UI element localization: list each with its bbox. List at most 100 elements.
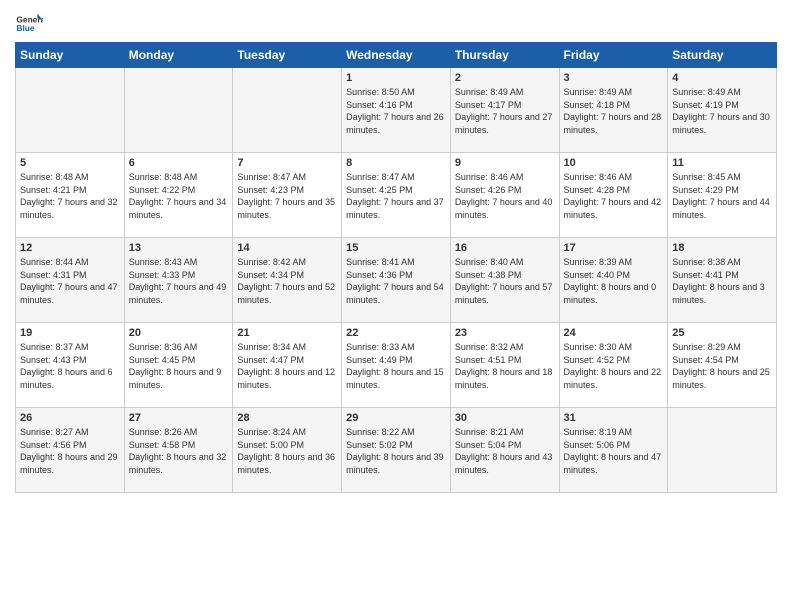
calendar-cell: 22 Sunrise: 8:33 AMSunset: 4:49 PMDaylig… — [342, 323, 451, 408]
logo: General Blue — [15, 10, 43, 38]
calendar-cell: 31 Sunrise: 8:19 AMSunset: 5:06 PMDaylig… — [559, 408, 668, 493]
day-info: Sunrise: 8:41 AMSunset: 4:36 PMDaylight:… — [346, 256, 446, 306]
calendar-cell: 19 Sunrise: 8:37 AMSunset: 4:43 PMDaylig… — [16, 323, 125, 408]
calendar-cell: 24 Sunrise: 8:30 AMSunset: 4:52 PMDaylig… — [559, 323, 668, 408]
day-info: Sunrise: 8:33 AMSunset: 4:49 PMDaylight:… — [346, 341, 446, 391]
calendar-cell: 5 Sunrise: 8:48 AMSunset: 4:21 PMDayligh… — [16, 153, 125, 238]
day-number: 22 — [346, 327, 446, 339]
calendar-cell: 1 Sunrise: 8:50 AMSunset: 4:16 PMDayligh… — [342, 68, 451, 153]
day-number: 1 — [346, 72, 446, 84]
calendar-header-wednesday: Wednesday — [342, 43, 451, 68]
day-number: 6 — [129, 157, 229, 169]
logo-icon: General Blue — [15, 10, 43, 38]
day-number: 28 — [237, 412, 337, 424]
day-info: Sunrise: 8:21 AMSunset: 5:04 PMDaylight:… — [455, 426, 555, 476]
day-number: 9 — [455, 157, 555, 169]
calendar-cell: 13 Sunrise: 8:43 AMSunset: 4:33 PMDaylig… — [124, 238, 233, 323]
calendar-cell: 10 Sunrise: 8:46 AMSunset: 4:28 PMDaylig… — [559, 153, 668, 238]
day-info: Sunrise: 8:27 AMSunset: 4:56 PMDaylight:… — [20, 426, 120, 476]
calendar-cell: 4 Sunrise: 8:49 AMSunset: 4:19 PMDayligh… — [668, 68, 777, 153]
day-info: Sunrise: 8:47 AMSunset: 4:23 PMDaylight:… — [237, 171, 337, 221]
day-info: Sunrise: 8:43 AMSunset: 4:33 PMDaylight:… — [129, 256, 229, 306]
day-number: 4 — [672, 72, 772, 84]
calendar-cell: 15 Sunrise: 8:41 AMSunset: 4:36 PMDaylig… — [342, 238, 451, 323]
calendar-cell: 21 Sunrise: 8:34 AMSunset: 4:47 PMDaylig… — [233, 323, 342, 408]
day-info: Sunrise: 8:42 AMSunset: 4:34 PMDaylight:… — [237, 256, 337, 306]
calendar-week-1: 1 Sunrise: 8:50 AMSunset: 4:16 PMDayligh… — [16, 68, 777, 153]
day-info: Sunrise: 8:48 AMSunset: 4:22 PMDaylight:… — [129, 171, 229, 221]
calendar-body: 1 Sunrise: 8:50 AMSunset: 4:16 PMDayligh… — [16, 68, 777, 493]
calendar-header-row: SundayMondayTuesdayWednesdayThursdayFrid… — [16, 43, 777, 68]
calendar-cell: 25 Sunrise: 8:29 AMSunset: 4:54 PMDaylig… — [668, 323, 777, 408]
day-number: 16 — [455, 242, 555, 254]
day-info: Sunrise: 8:49 AMSunset: 4:19 PMDaylight:… — [672, 86, 772, 136]
day-number: 20 — [129, 327, 229, 339]
day-info: Sunrise: 8:32 AMSunset: 4:51 PMDaylight:… — [455, 341, 555, 391]
calendar-cell: 29 Sunrise: 8:22 AMSunset: 5:02 PMDaylig… — [342, 408, 451, 493]
day-info: Sunrise: 8:50 AMSunset: 4:16 PMDaylight:… — [346, 86, 446, 136]
calendar-header-monday: Monday — [124, 43, 233, 68]
day-number: 8 — [346, 157, 446, 169]
page-header: General Blue — [15, 10, 777, 38]
day-number: 7 — [237, 157, 337, 169]
calendar-header-thursday: Thursday — [450, 43, 559, 68]
calendar-cell: 17 Sunrise: 8:39 AMSunset: 4:40 PMDaylig… — [559, 238, 668, 323]
calendar-cell — [233, 68, 342, 153]
calendar-cell: 6 Sunrise: 8:48 AMSunset: 4:22 PMDayligh… — [124, 153, 233, 238]
day-number: 13 — [129, 242, 229, 254]
day-number: 25 — [672, 327, 772, 339]
day-number: 11 — [672, 157, 772, 169]
day-info: Sunrise: 8:34 AMSunset: 4:47 PMDaylight:… — [237, 341, 337, 391]
day-number: 19 — [20, 327, 120, 339]
calendar-cell: 14 Sunrise: 8:42 AMSunset: 4:34 PMDaylig… — [233, 238, 342, 323]
day-info: Sunrise: 8:49 AMSunset: 4:18 PMDaylight:… — [564, 86, 664, 136]
day-number: 31 — [564, 412, 664, 424]
day-info: Sunrise: 8:44 AMSunset: 4:31 PMDaylight:… — [20, 256, 120, 306]
day-number: 10 — [564, 157, 664, 169]
calendar-cell: 16 Sunrise: 8:40 AMSunset: 4:38 PMDaylig… — [450, 238, 559, 323]
day-info: Sunrise: 8:46 AMSunset: 4:28 PMDaylight:… — [564, 171, 664, 221]
calendar-header-saturday: Saturday — [668, 43, 777, 68]
calendar-cell: 12 Sunrise: 8:44 AMSunset: 4:31 PMDaylig… — [16, 238, 125, 323]
calendar-cell: 20 Sunrise: 8:36 AMSunset: 4:45 PMDaylig… — [124, 323, 233, 408]
calendar-week-2: 5 Sunrise: 8:48 AMSunset: 4:21 PMDayligh… — [16, 153, 777, 238]
day-info: Sunrise: 8:38 AMSunset: 4:41 PMDaylight:… — [672, 256, 772, 306]
day-number: 27 — [129, 412, 229, 424]
calendar-cell — [16, 68, 125, 153]
calendar-cell: 30 Sunrise: 8:21 AMSunset: 5:04 PMDaylig… — [450, 408, 559, 493]
day-number: 26 — [20, 412, 120, 424]
calendar-cell: 2 Sunrise: 8:49 AMSunset: 4:17 PMDayligh… — [450, 68, 559, 153]
day-info: Sunrise: 8:26 AMSunset: 4:58 PMDaylight:… — [129, 426, 229, 476]
calendar-cell — [668, 408, 777, 493]
day-number: 18 — [672, 242, 772, 254]
day-number: 15 — [346, 242, 446, 254]
day-info: Sunrise: 8:47 AMSunset: 4:25 PMDaylight:… — [346, 171, 446, 221]
calendar-cell: 18 Sunrise: 8:38 AMSunset: 4:41 PMDaylig… — [668, 238, 777, 323]
day-info: Sunrise: 8:48 AMSunset: 4:21 PMDaylight:… — [20, 171, 120, 221]
day-info: Sunrise: 8:22 AMSunset: 5:02 PMDaylight:… — [346, 426, 446, 476]
day-number: 23 — [455, 327, 555, 339]
calendar-week-3: 12 Sunrise: 8:44 AMSunset: 4:31 PMDaylig… — [16, 238, 777, 323]
day-number: 24 — [564, 327, 664, 339]
calendar-cell: 8 Sunrise: 8:47 AMSunset: 4:25 PMDayligh… — [342, 153, 451, 238]
calendar-week-5: 26 Sunrise: 8:27 AMSunset: 4:56 PMDaylig… — [16, 408, 777, 493]
calendar-cell: 26 Sunrise: 8:27 AMSunset: 4:56 PMDaylig… — [16, 408, 125, 493]
day-info: Sunrise: 8:45 AMSunset: 4:29 PMDaylight:… — [672, 171, 772, 221]
day-number: 21 — [237, 327, 337, 339]
day-number: 29 — [346, 412, 446, 424]
day-number: 17 — [564, 242, 664, 254]
calendar-cell: 27 Sunrise: 8:26 AMSunset: 4:58 PMDaylig… — [124, 408, 233, 493]
day-number: 5 — [20, 157, 120, 169]
calendar-header-friday: Friday — [559, 43, 668, 68]
calendar-table: SundayMondayTuesdayWednesdayThursdayFrid… — [15, 42, 777, 493]
calendar-cell: 9 Sunrise: 8:46 AMSunset: 4:26 PMDayligh… — [450, 153, 559, 238]
calendar-cell: 11 Sunrise: 8:45 AMSunset: 4:29 PMDaylig… — [668, 153, 777, 238]
calendar-cell: 28 Sunrise: 8:24 AMSunset: 5:00 PMDaylig… — [233, 408, 342, 493]
day-info: Sunrise: 8:24 AMSunset: 5:00 PMDaylight:… — [237, 426, 337, 476]
calendar-header-tuesday: Tuesday — [233, 43, 342, 68]
day-info: Sunrise: 8:40 AMSunset: 4:38 PMDaylight:… — [455, 256, 555, 306]
day-info: Sunrise: 8:29 AMSunset: 4:54 PMDaylight:… — [672, 341, 772, 391]
day-number: 30 — [455, 412, 555, 424]
day-info: Sunrise: 8:39 AMSunset: 4:40 PMDaylight:… — [564, 256, 664, 306]
calendar-cell: 7 Sunrise: 8:47 AMSunset: 4:23 PMDayligh… — [233, 153, 342, 238]
